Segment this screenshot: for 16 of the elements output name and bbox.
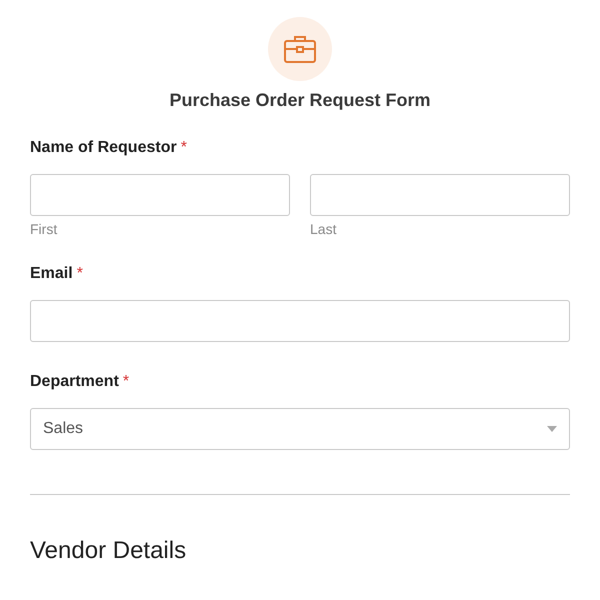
email-input[interactable] xyxy=(30,300,570,342)
field-label: Department xyxy=(30,372,119,392)
required-asterisk: * xyxy=(76,264,83,284)
briefcase-icon xyxy=(284,35,316,63)
sublabel: Last xyxy=(310,222,338,236)
caret-icon xyxy=(547,426,557,432)
field-label: Name of Requestor xyxy=(30,138,177,158)
text-input[interactable] xyxy=(30,174,290,216)
text-input[interactable] xyxy=(310,174,570,216)
field-label: Email xyxy=(30,264,73,284)
department-select[interactable]: Sales xyxy=(30,408,570,450)
required-asterisk: * xyxy=(122,372,130,392)
sublabel: First xyxy=(30,222,58,236)
form-title: Purchase Order Request Form xyxy=(169,89,431,112)
required-asterisk: * xyxy=(180,138,187,158)
section-heading: Vendor Details xyxy=(30,536,188,566)
